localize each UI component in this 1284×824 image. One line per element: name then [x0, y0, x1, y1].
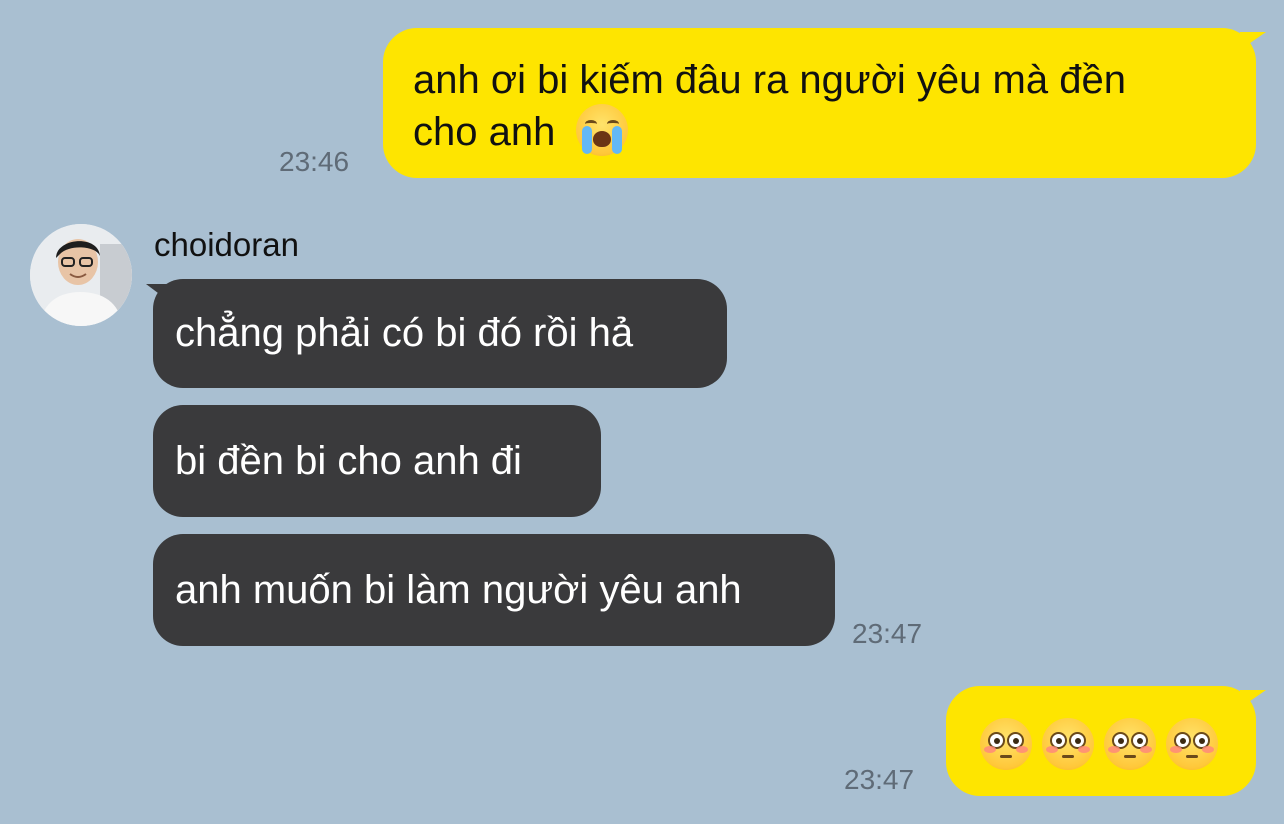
message-timestamp: 23:47 [844, 764, 915, 795]
message-text: anh ơi bi kiếm đâu ra người yêu mà đền [413, 58, 1126, 102]
flushed-face-icon [980, 718, 1032, 770]
incoming-message-bubble[interactable]: bi đền bi cho anh đi [153, 405, 601, 517]
outgoing-message-bubble[interactable]: anh ơi bi kiếm đâu ra người yêu mà đền c… [383, 28, 1256, 178]
message-text: bi đền bi cho anh đi [175, 439, 522, 483]
message-text: anh muốn bi làm người yêu anh [175, 568, 742, 612]
message-timestamp: 23:46 [279, 146, 350, 177]
message-text-line: cho anh [413, 104, 1226, 160]
message-text: chẳng phải có bi đó rồi hả [175, 311, 634, 355]
incoming-message-bubble[interactable]: anh muốn bi làm người yêu anh [153, 534, 835, 646]
emoji-row [980, 718, 1218, 770]
sender-name: choidoran [154, 226, 299, 263]
avatar-photo [30, 224, 132, 326]
flushed-face-icon [1104, 718, 1156, 770]
chat-window: anh ơi bi kiếm đâu ra người yêu mà đền c… [0, 0, 1284, 824]
message-timestamp: 23:47 [852, 618, 923, 649]
flushed-face-icon [1042, 718, 1094, 770]
loudly-crying-face-icon [576, 104, 629, 157]
incoming-message-bubble[interactable]: chẳng phải có bi đó rồi hả [153, 279, 727, 388]
message-text-continued: cho anh [413, 110, 556, 154]
flushed-face-icon [1166, 718, 1218, 770]
avatar[interactable] [30, 224, 132, 326]
